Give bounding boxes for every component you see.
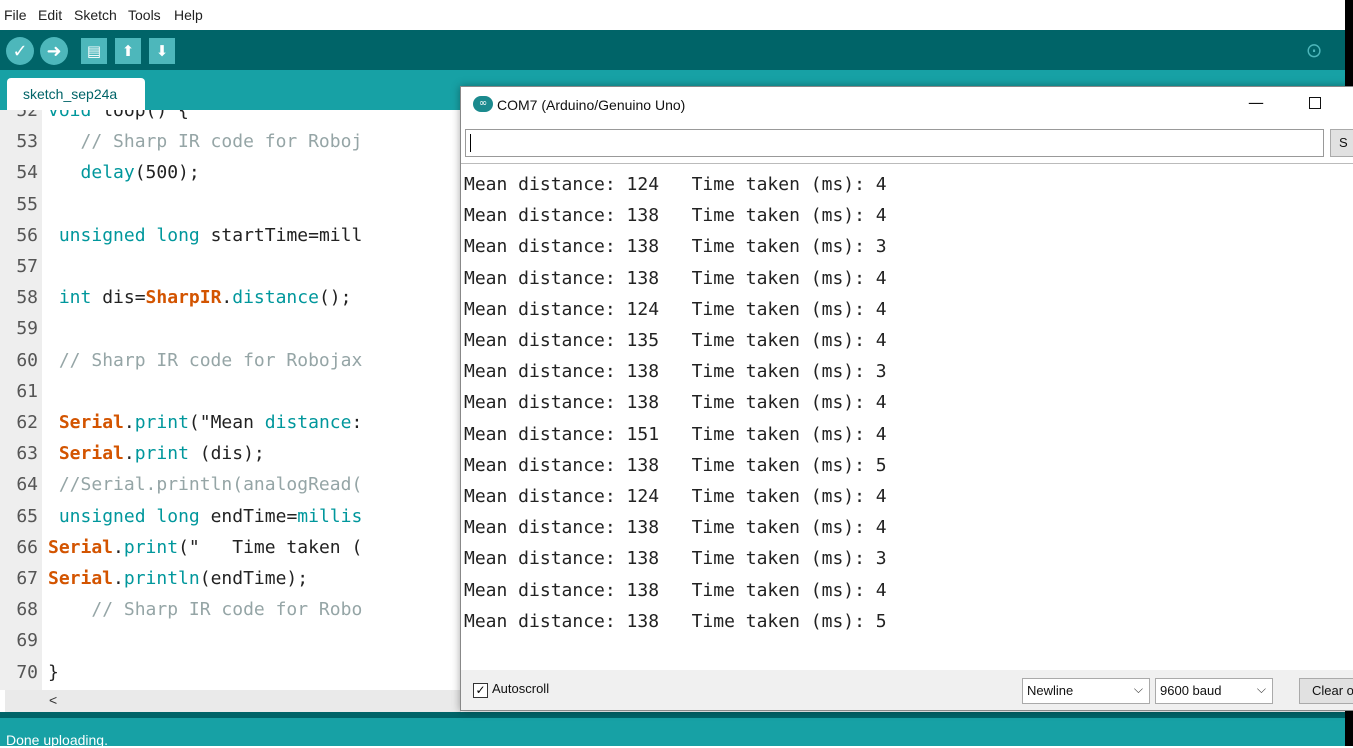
line-number: 65 xyxy=(16,505,38,527)
line-number: 66 xyxy=(16,536,38,558)
serial-output-line: Mean distance: 138 Time taken (ms): 5 xyxy=(464,454,887,476)
verify-button[interactable]: ✓ xyxy=(6,37,34,65)
serial-output-line: Mean distance: 138 Time taken (ms): 4 xyxy=(464,267,887,289)
horizontal-scrollbar[interactable]: < xyxy=(5,690,461,712)
arduino-logo-icon: ∞ xyxy=(473,96,493,112)
magnifier-icon: ⊙ xyxy=(1305,38,1323,62)
serial-output-line: Mean distance: 138 Time taken (ms): 5 xyxy=(464,610,887,632)
serial-output-line: Mean distance: 124 Time taken (ms): 4 xyxy=(464,298,887,320)
save-sketch-button[interactable]: ⬇ xyxy=(149,38,175,64)
serial-input[interactable] xyxy=(465,129,1324,157)
serial-output-line: Mean distance: 135 Time taken (ms): 4 xyxy=(464,330,887,351)
code-line: // Sharp IR code for Roboj xyxy=(80,131,363,153)
clear-output-label: Clear ou xyxy=(1312,683,1353,698)
code-line: unsigned long startTime=mill xyxy=(58,224,363,246)
document-icon: ▤ xyxy=(86,42,102,60)
serial-output-line: Mean distance: 124 Time taken (ms): 4 xyxy=(464,486,887,507)
code-line: Serial.print (dis); xyxy=(58,443,265,465)
menu-help[interactable]: Help xyxy=(174,7,203,23)
code-line: delay(500); xyxy=(80,162,200,184)
status-divider xyxy=(0,712,1345,718)
line-number: 61 xyxy=(16,380,38,402)
upload-button[interactable]: ➜ xyxy=(40,37,68,65)
arrow-up-icon: ⬆ xyxy=(121,42,135,60)
menu-sketch[interactable]: Sketch xyxy=(74,7,117,23)
line-number: 58 xyxy=(16,287,38,309)
code-line: // Sharp IR code for Robojax xyxy=(58,349,363,371)
autoscroll-checkbox[interactable]: ✓ xyxy=(473,683,488,698)
chevron-down-icon: ⌵ xyxy=(1256,682,1266,696)
serial-output-line: Mean distance: 151 Time taken (ms): 4 xyxy=(464,423,887,445)
serial-monitor-titlebar[interactable]: ∞ COM7 (Arduino/Genuino Uno) — xyxy=(461,87,1353,121)
line-ending-select[interactable]: Newline ⌵ xyxy=(1022,678,1150,704)
new-sketch-button[interactable]: ▤ xyxy=(81,38,107,64)
menu-bar: File Edit Sketch Tools Help xyxy=(0,0,1345,30)
arrow-right-icon: ➜ xyxy=(46,40,62,62)
line-number: 68 xyxy=(16,599,38,621)
code-line: Serial.print("Mean distance: xyxy=(58,412,363,433)
line-number: 54 xyxy=(16,162,38,184)
baud-select[interactable]: 9600 baud ⌵ xyxy=(1155,678,1273,704)
serial-output-line: Mean distance: 138 Time taken (ms): 3 xyxy=(464,236,887,258)
line-number: 63 xyxy=(16,443,38,465)
line-number: 56 xyxy=(16,224,38,246)
scroll-left-button[interactable]: < xyxy=(49,692,57,708)
check-icon: ✓ xyxy=(12,40,28,62)
serial-output-line: Mean distance: 124 Time taken (ms): 4 xyxy=(464,174,887,195)
clear-output-button[interactable]: Clear ou xyxy=(1299,678,1353,704)
menu-edit[interactable]: Edit xyxy=(38,7,62,23)
tab-sketch[interactable]: sketch_sep24a xyxy=(7,78,145,110)
line-number: 55 xyxy=(16,193,38,215)
toolbar: ✓ ➜ ▤ ⬆ ⬇ ⊙ xyxy=(0,30,1345,70)
status-bar: Done uploading. xyxy=(0,712,1345,748)
menu-file[interactable]: File xyxy=(4,7,27,23)
serial-monitor-button[interactable]: ⊙ xyxy=(1299,36,1329,64)
window-title: COM7 (Arduino/Genuino Uno) xyxy=(497,97,686,113)
code-line: int dis=SharpIR.distance(); xyxy=(58,287,352,309)
code-line: unsigned long endTime=millis xyxy=(58,505,363,527)
line-number: 60 xyxy=(16,349,38,371)
serial-footer: ✓ Autoscroll Newline ⌵ 9600 baud ⌵ Clear… xyxy=(461,670,1353,710)
arrow-down-icon: ⬇ xyxy=(155,42,169,60)
line-number-gutter: 52 53 54 55 56 57 58 59 60 61 62 63 64 65 66 67 68 69 70 xyxy=(0,110,42,690)
line-number: 67 xyxy=(16,568,38,589)
line-number: 59 xyxy=(16,318,38,340)
serial-output-line: Mean distance: 138 Time taken (ms): 4 xyxy=(464,517,887,539)
line-number: 64 xyxy=(16,474,38,496)
send-button[interactable]: S xyxy=(1330,129,1353,157)
serial-output[interactable]: Mean distance: 124 Time taken (ms): 4 Mea… xyxy=(461,163,1353,671)
text-caret xyxy=(470,134,471,152)
code-line: // Sharp IR code for Robo xyxy=(91,599,363,621)
send-label: S xyxy=(1339,135,1348,150)
open-sketch-button[interactable]: ⬆ xyxy=(115,38,141,64)
code-line: //Serial.println(analogRead( xyxy=(58,474,363,496)
line-number: 53 xyxy=(16,131,38,153)
checkmark-icon: ✓ xyxy=(475,683,486,697)
serial-output-line: Mean distance: 138 Time taken (ms): 4 xyxy=(464,579,887,601)
serial-output-line: Mean distance: 138 Time taken (ms): 3 xyxy=(464,548,887,570)
autoscroll-label: Autoscroll xyxy=(492,681,550,696)
line-number: 57 xyxy=(16,256,38,277)
code-line: void loop() { xyxy=(48,110,189,121)
tab-label: sketch_sep24a xyxy=(23,86,118,102)
line-number: 62 xyxy=(16,412,38,433)
serial-monitor-window: ∞ COM7 (Arduino/Genuino Uno) — S Mean di… xyxy=(460,86,1353,711)
maximize-button[interactable] xyxy=(1309,97,1321,109)
chevron-down-icon: ⌵ xyxy=(1133,682,1143,696)
code-line: } xyxy=(48,661,59,683)
code-line: Serial.print(" Time taken ( xyxy=(48,536,363,558)
line-number: 70 xyxy=(16,661,38,683)
serial-output-line: Mean distance: 138 Time taken (ms): 4 xyxy=(464,392,887,414)
minimize-button[interactable]: — xyxy=(1241,93,1271,115)
baud-value: 9600 baud xyxy=(1160,683,1222,698)
serial-output-line: Mean distance: 138 Time taken (ms): 3 xyxy=(464,361,887,383)
line-number: 69 xyxy=(16,630,38,652)
line-ending-value: Newline xyxy=(1027,683,1074,698)
serial-output-line: Mean distance: 138 Time taken (ms): 4 xyxy=(464,205,887,227)
menu-tools[interactable]: Tools xyxy=(128,7,161,23)
line-number: 52 xyxy=(16,110,38,121)
code-line: Serial.println(endTime); xyxy=(48,568,309,589)
